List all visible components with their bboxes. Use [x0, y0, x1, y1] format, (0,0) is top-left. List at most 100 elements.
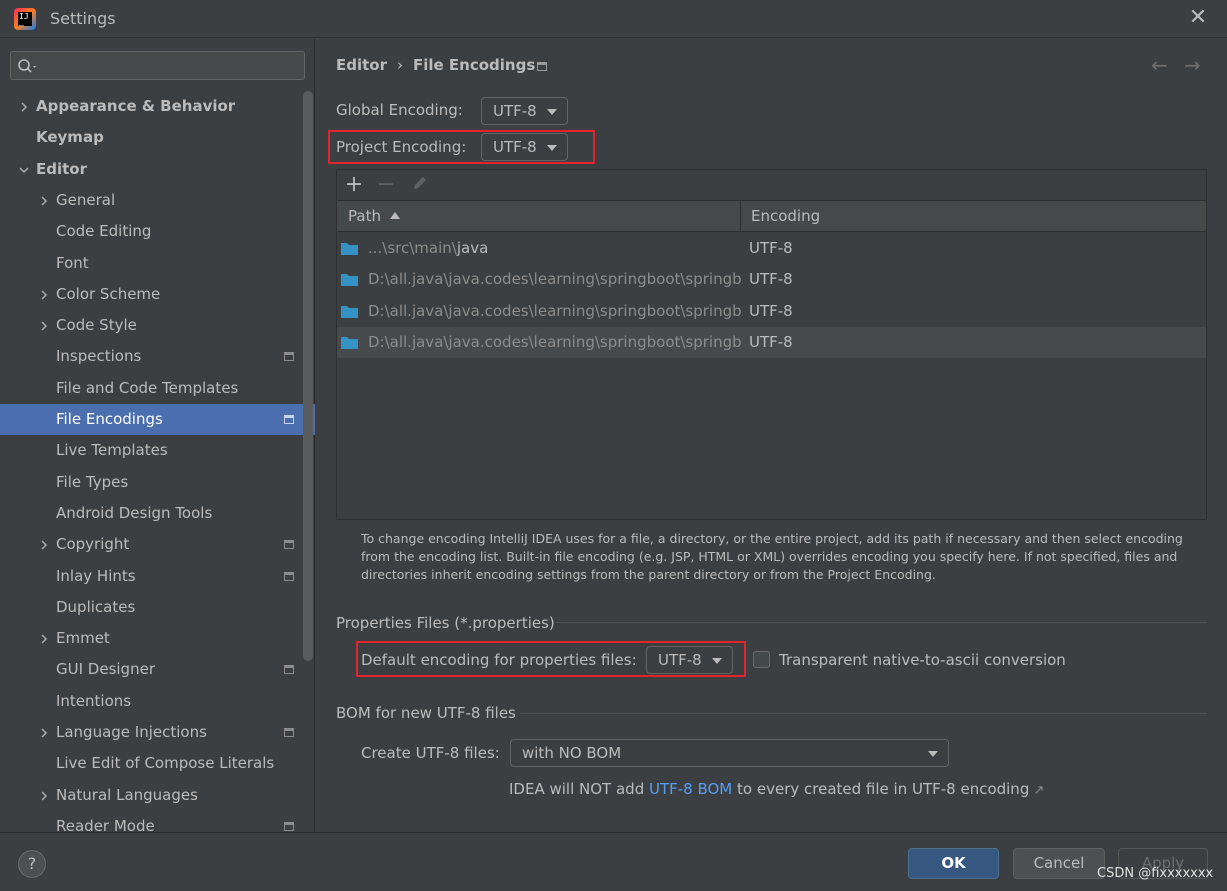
sidebar-item[interactable]: Intentions	[0, 686, 315, 717]
project-encoding-value: UTF-8	[493, 138, 537, 156]
sidebar-item-label: Inspections	[56, 347, 142, 366]
bom-section-title: BOM for new UTF-8 files	[336, 704, 516, 722]
project-scope-icon	[284, 665, 294, 675]
sidebar-item-label: Copyright	[56, 535, 130, 554]
project-scope-icon	[284, 352, 294, 362]
table-row[interactable]: D:\all.java\java.codes\learning\springbo…	[337, 296, 1206, 327]
back-arrow-icon[interactable]: ←	[1151, 53, 1168, 77]
properties-section-divider	[556, 622, 1207, 623]
window-title: Settings	[50, 9, 116, 28]
project-scope-icon	[284, 540, 294, 550]
chevron-right-icon[interactable]	[38, 790, 50, 802]
properties-encoding-value: UTF-8	[658, 651, 702, 669]
settings-content: Editor › File Encodings ← → Global Encodin…	[316, 39, 1227, 832]
chevron-right-icon[interactable]	[18, 101, 30, 113]
sidebar-item[interactable]: General	[0, 185, 315, 216]
bom-section-divider	[520, 713, 1207, 714]
search-input[interactable]	[10, 51, 305, 80]
project-scope-icon	[284, 571, 294, 581]
sidebar-item[interactable]: Android Design Tools	[0, 498, 315, 529]
sidebar-item[interactable]: Live Edit of Compose Literals	[0, 748, 315, 779]
sidebar-item[interactable]: Inlay Hints	[0, 561, 315, 592]
title-bar: IJ — Settings ✕	[0, 0, 1227, 38]
table-row[interactable]: D:\all.java\java.codes\learning\springbo…	[337, 326, 1206, 358]
sidebar-item[interactable]: Language Injections	[0, 717, 315, 748]
chevron-right-icon[interactable]	[38, 727, 50, 739]
sidebar-item[interactable]: Color Scheme	[0, 279, 315, 310]
chevron-right-icon[interactable]	[38, 539, 50, 551]
sidebar-item-label: Appearance & Behavior	[36, 97, 236, 115]
row-encoding: UTF-8	[749, 332, 793, 351]
sidebar-item[interactable]: Natural Languages	[0, 780, 315, 811]
project-encoding-dropdown[interactable]: UTF-8	[481, 133, 568, 161]
transparent-ascii-checkbox[interactable]	[753, 651, 770, 668]
forward-arrow-icon[interactable]: →	[1184, 53, 1201, 77]
bom-note: IDEA will NOT add UTF-8 BOM to every cre…	[509, 780, 1044, 798]
chevron-right-icon[interactable]	[38, 195, 50, 207]
sidebar-item[interactable]: Inspections	[0, 341, 315, 372]
row-encoding: UTF-8	[749, 270, 793, 289]
sidebar-item[interactable]: Font	[0, 248, 315, 279]
utf8-bom-link[interactable]: UTF-8 BOM	[649, 780, 732, 798]
close-icon[interactable]: ✕	[1186, 6, 1210, 30]
table-header: Path Encoding	[337, 201, 1206, 232]
chevron-down-icon[interactable]	[18, 164, 30, 176]
sidebar-item-label: Duplicates	[56, 597, 136, 616]
sidebar-item-label: Inlay Hints	[56, 566, 136, 585]
dialog-button-bar: ? OK Cancel Apply CSDN @fixxxxxxx	[0, 832, 1227, 891]
cancel-button[interactable]: Cancel	[1013, 848, 1105, 879]
sidebar-item[interactable]: Live Templates	[0, 435, 315, 466]
table-row[interactable]: D:\all.java\java.codes\learning\springbo…	[337, 264, 1206, 295]
table-row[interactable]: ...\src\main\java UTF-8	[337, 233, 1206, 264]
sidebar-item[interactable]: Code Editing	[0, 216, 315, 247]
sidebar-item[interactable]: File and Code Templates	[0, 373, 315, 404]
row-encoding: UTF-8	[749, 301, 793, 320]
row-path: D:\all.java\java.codes\learning\springbo…	[368, 332, 741, 351]
sidebar-item[interactable]: File Encodings	[0, 404, 315, 435]
help-button[interactable]: ?	[18, 850, 46, 878]
sidebar-item-label: Keymap	[36, 128, 104, 147]
column-divider[interactable]	[740, 201, 741, 232]
sidebar-item[interactable]: GUI Designer	[0, 654, 315, 685]
project-scope-icon	[284, 821, 294, 831]
breadcrumb: Editor › File Encodings	[336, 56, 535, 74]
sidebar-item[interactable]: Emmet	[0, 623, 315, 654]
remove-icon[interactable]: −	[375, 174, 397, 196]
sidebar-item-label: Code Editing	[56, 222, 152, 241]
global-encoding-dropdown[interactable]: UTF-8	[481, 97, 568, 125]
create-utf8-dropdown[interactable]: with NO BOM	[510, 739, 949, 767]
create-utf8-label: Create UTF-8 files:	[361, 744, 500, 762]
sidebar-item[interactable]: File Types	[0, 467, 315, 498]
sidebar-item-label: General	[56, 190, 116, 209]
column-header-encoding[interactable]: Encoding	[751, 201, 820, 232]
properties-encoding-dropdown[interactable]: UTF-8	[646, 646, 733, 674]
chevron-right-icon[interactable]	[38, 633, 50, 645]
sidebar-item-label: Emmet	[56, 629, 110, 648]
chevron-down-icon	[547, 145, 557, 151]
watermark: CSDN @fixxxxxxx	[1097, 866, 1214, 881]
sidebar-scrollbar[interactable]	[303, 91, 313, 661]
sidebar-item[interactable]: Code Style	[0, 310, 315, 341]
sidebar-item-label: Live Edit of Compose Literals	[56, 754, 275, 773]
sidebar-item-label: Language Injections	[56, 723, 207, 741]
row-path: D:\all.java\java.codes\learning\springbo…	[368, 301, 741, 320]
sidebar-item[interactable]: Editor	[0, 154, 315, 185]
edit-pencil-icon[interactable]	[409, 174, 431, 196]
add-icon[interactable]: +	[343, 174, 365, 196]
folder-icon	[341, 274, 358, 287]
ok-button[interactable]: OK	[908, 848, 999, 879]
breadcrumb-parent[interactable]: Editor	[336, 56, 387, 74]
sidebar-item[interactable]: Keymap	[0, 122, 315, 153]
chevron-right-icon[interactable]	[38, 289, 50, 301]
project-scope-icon	[284, 415, 294, 424]
sidebar-item[interactable]: Appearance & Behavior	[0, 91, 315, 122]
sidebar-item[interactable]: Copyright	[0, 529, 315, 560]
search-icon	[18, 59, 36, 73]
transparent-ascii-label[interactable]: Transparent native-to-ascii conversion	[779, 651, 1066, 669]
chevron-right-icon[interactable]	[38, 320, 50, 332]
sidebar-item-label: Natural Languages	[56, 785, 198, 804]
sidebar-item-label: Android Design Tools	[56, 503, 213, 522]
column-header-path[interactable]: Path	[348, 201, 381, 232]
sidebar-item[interactable]: Duplicates	[0, 592, 315, 623]
row-encoding: UTF-8	[749, 239, 793, 257]
